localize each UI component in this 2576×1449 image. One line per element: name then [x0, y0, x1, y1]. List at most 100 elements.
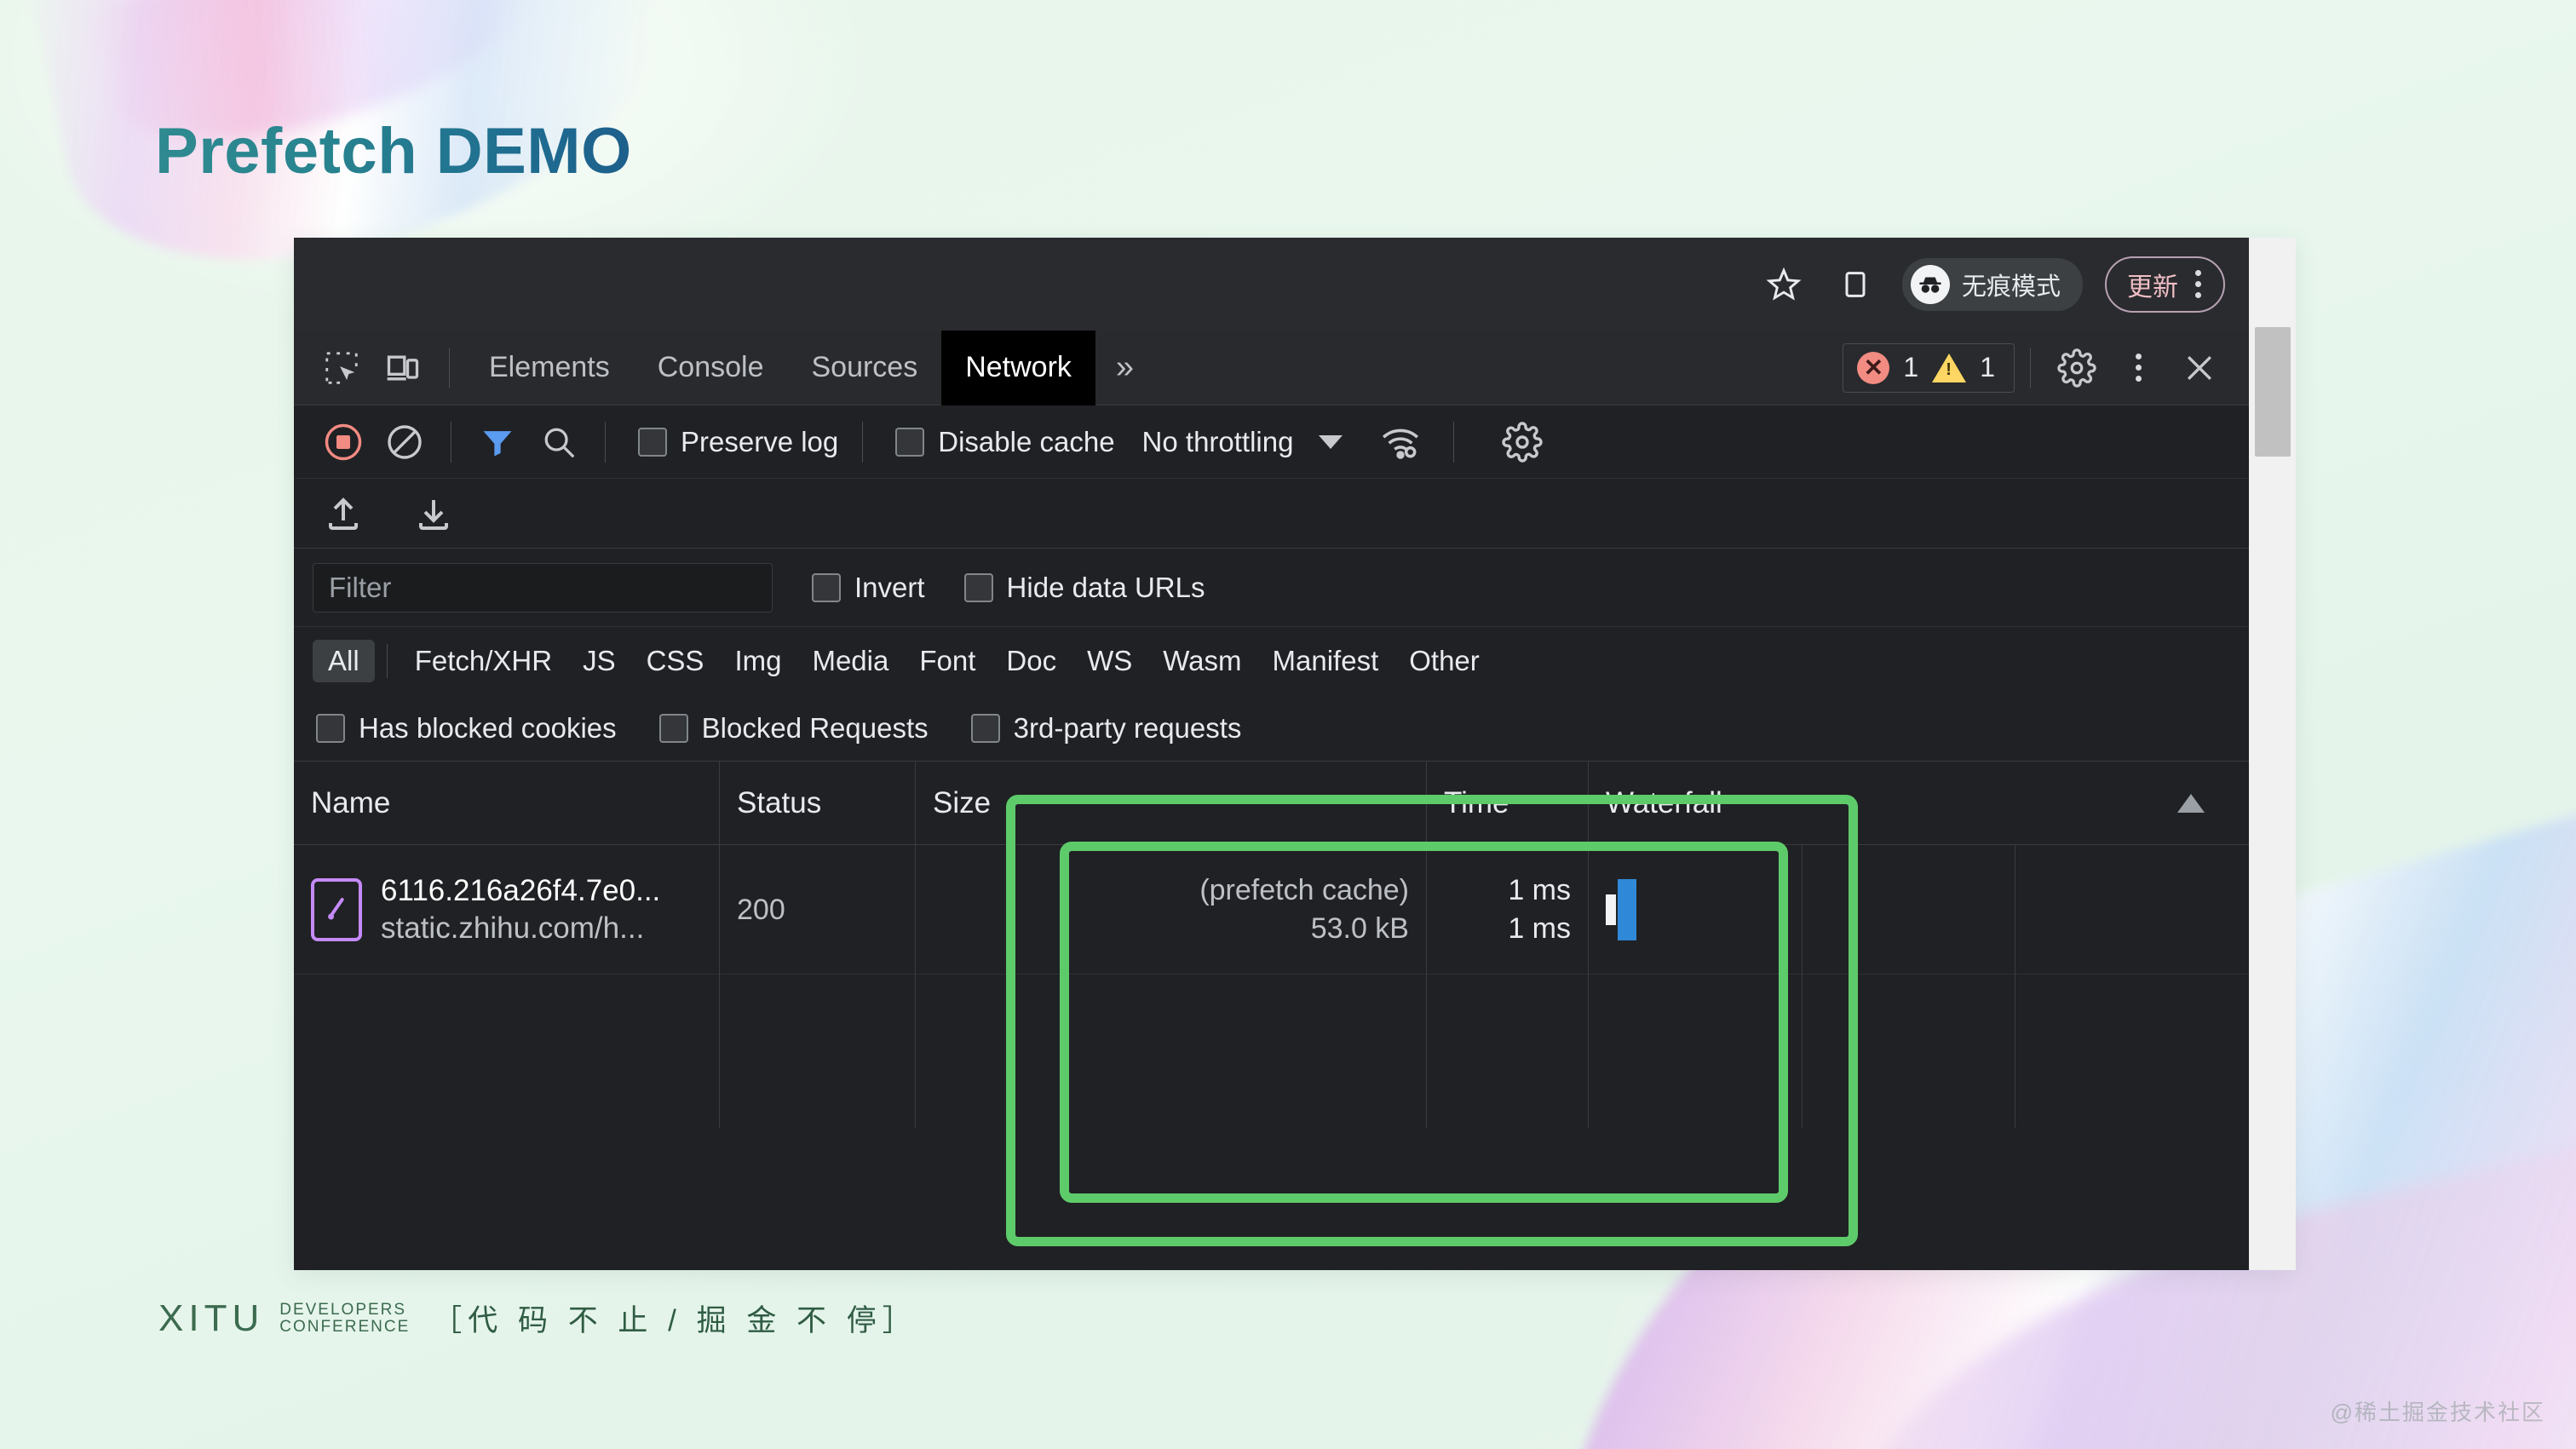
table-row[interactable]: 6116.216a26f4.7e0... static.zhihu.com/h.…: [294, 845, 2249, 975]
disable-cache-box: [895, 427, 925, 457]
wifi-settings-icon[interactable]: [1370, 411, 1431, 473]
kebab-menu-icon[interactable]: [2187, 270, 2210, 298]
waterfall-queue-bar: [1606, 894, 1616, 925]
type-filter-other[interactable]: Other: [1394, 640, 1495, 682]
network-request-table: Name Status Size Time Waterfall 6116.216…: [294, 761, 2249, 1128]
request-name: 6116.216a26f4.7e0...: [381, 874, 661, 907]
close-icon[interactable]: [2169, 337, 2230, 399]
time-bottom-value: 1 ms: [1508, 912, 1571, 945]
type-filter-css[interactable]: CSS: [631, 640, 720, 682]
page-title: Prefetch DEMO: [155, 115, 632, 187]
hide-data-urls-checkbox[interactable]: Hide data URLs: [963, 572, 1205, 604]
ascending-arrow-icon[interactable]: [2177, 793, 2205, 813]
tab-network[interactable]: Network: [941, 330, 1095, 405]
time-top-value: 1 ms: [1508, 874, 1571, 906]
tab-console[interactable]: Console: [634, 331, 788, 405]
network-toolbar: Preserve log Disable cache No throttling: [294, 405, 2249, 479]
invert-checkbox[interactable]: Invert: [812, 572, 925, 604]
filter-bar: Filter Invert Hide data URLs: [294, 549, 2249, 627]
har-toolbar: [294, 479, 2249, 549]
type-filter-wasm[interactable]: Wasm: [1147, 640, 1256, 682]
waterfall-gridline: [1802, 845, 1803, 975]
invert-box: [812, 572, 841, 602]
blocked-requests-checkbox[interactable]: Blocked Requests: [658, 711, 929, 745]
third-party-requests-checkbox[interactable]: 3rd-party requests: [970, 711, 1242, 745]
filter-funnel-icon[interactable]: [467, 411, 528, 473]
devtools-tabbar: Elements Console Sources Network » ✕ 1 1: [294, 330, 2249, 405]
type-filter-js[interactable]: JS: [567, 640, 631, 682]
type-filter-media[interactable]: Media: [796, 640, 904, 682]
column-header-status[interactable]: Status: [720, 761, 916, 845]
warning-icon: [1932, 353, 1967, 382]
error-count: 1: [1903, 352, 1919, 382]
toolbar-divider-6: [1453, 421, 1455, 463]
tab-elements[interactable]: Elements: [465, 331, 634, 405]
toolbar-divider-5: [862, 421, 864, 463]
empty-table-area: [294, 975, 2249, 1128]
type-filter-doc[interactable]: Doc: [991, 640, 1072, 682]
browser-toolbar: 无痕模式 更新: [294, 238, 2249, 331]
update-button[interactable]: 更新: [2105, 256, 2225, 313]
has-blocked-cookies-label: Has blocked cookies: [359, 711, 617, 744]
record-stop-icon[interactable]: [313, 411, 374, 473]
browser-screenshot: 无痕模式 更新 Elements Console Sources Network…: [294, 238, 2296, 1270]
gear-icon[interactable]: [2046, 337, 2107, 399]
clear-icon[interactable]: [374, 411, 435, 473]
slide-root: Prefetch DEMO 无痕模式 更新 Elements Console S…: [0, 0, 2576, 1449]
cell-waterfall: [1589, 845, 2249, 975]
column-header-waterfall[interactable]: Waterfall: [1589, 762, 2249, 845]
throttling-select[interactable]: No throttling: [1142, 426, 1294, 458]
stylesheet-file-icon: [311, 878, 362, 941]
chevron-down-icon[interactable]: [1319, 434, 1343, 449]
cell-size: (prefetch cache) 53.0 kB: [916, 845, 1427, 975]
cell-status: 200: [720, 845, 916, 975]
waterfall-download-bar: [1618, 879, 1636, 940]
type-filter-ws[interactable]: WS: [1072, 640, 1147, 682]
cell-name[interactable]: 6116.216a26f4.7e0... static.zhihu.com/h.…: [294, 845, 720, 975]
watermark: @稀土掘金技术社区: [2330, 1400, 2545, 1425]
column-header-name[interactable]: Name: [294, 761, 720, 845]
blocked-requests-label: Blocked Requests: [701, 711, 929, 744]
third-party-requests-label: 3rd-party requests: [1013, 711, 1242, 744]
download-icon[interactable]: [403, 483, 464, 544]
type-filter-all[interactable]: All: [313, 640, 375, 682]
disable-cache-label: Disable cache: [938, 425, 1115, 457]
search-icon[interactable]: [528, 411, 589, 473]
more-tabs-icon[interactable]: »: [1095, 349, 1151, 386]
column-header-size[interactable]: Size: [916, 761, 1427, 845]
devtools-panel: Elements Console Sources Network » ✕ 1 1: [294, 330, 2249, 1128]
upload-icon[interactable]: [313, 483, 374, 544]
page-scrollbar-thumb[interactable]: [2255, 327, 2291, 457]
star-icon[interactable]: [1759, 260, 1808, 309]
type-filter-img[interactable]: Img: [719, 640, 796, 682]
size-bottom-value: 53.0 kB: [1310, 912, 1409, 945]
side-panel-icon[interactable]: [1831, 260, 1880, 309]
blocked-requests-box: [658, 713, 688, 743]
invert-label: Invert: [854, 571, 925, 603]
has-blocked-cookies-checkbox[interactable]: Has blocked cookies: [316, 712, 617, 745]
filter-input[interactable]: Filter: [313, 562, 773, 612]
incognito-indicator[interactable]: 无痕模式: [1901, 257, 2083, 311]
has-blocked-cookies-box: [316, 713, 345, 743]
type-filter-manifest[interactable]: Manifest: [1257, 640, 1394, 682]
device-toolbar-icon[interactable]: [372, 337, 434, 399]
brand-subtitle: DEVELOPERS CONFERENCE: [279, 1301, 411, 1336]
brand-subtitle-line2: CONFERENCE: [279, 1317, 411, 1336]
kebab-menu-icon[interactable]: [2107, 337, 2169, 399]
gear-icon[interactable]: [1492, 411, 1553, 473]
toolbar-divider: [449, 347, 450, 388]
type-filter-font[interactable]: Font: [904, 640, 991, 682]
tab-sources[interactable]: Sources: [787, 331, 941, 405]
inspect-element-icon[interactable]: [311, 337, 372, 399]
type-filter-fetch-xhr[interactable]: Fetch/XHR: [400, 640, 567, 682]
page-scrollbar-track[interactable]: [2249, 238, 2296, 1270]
brand-name: XITU: [158, 1297, 265, 1339]
preserve-log-checkbox[interactable]: Preserve log: [638, 426, 838, 458]
hide-data-urls-box: [963, 572, 993, 602]
warning-count: 1: [1980, 352, 1995, 382]
column-header-time[interactable]: Time: [1427, 761, 1589, 845]
disable-cache-checkbox[interactable]: Disable cache: [895, 425, 1115, 458]
incognito-label: 无痕模式: [1961, 273, 2061, 301]
issues-counter[interactable]: ✕ 1 1: [1843, 342, 2015, 393]
column-header-waterfall-label: Waterfall: [1606, 785, 1722, 819]
